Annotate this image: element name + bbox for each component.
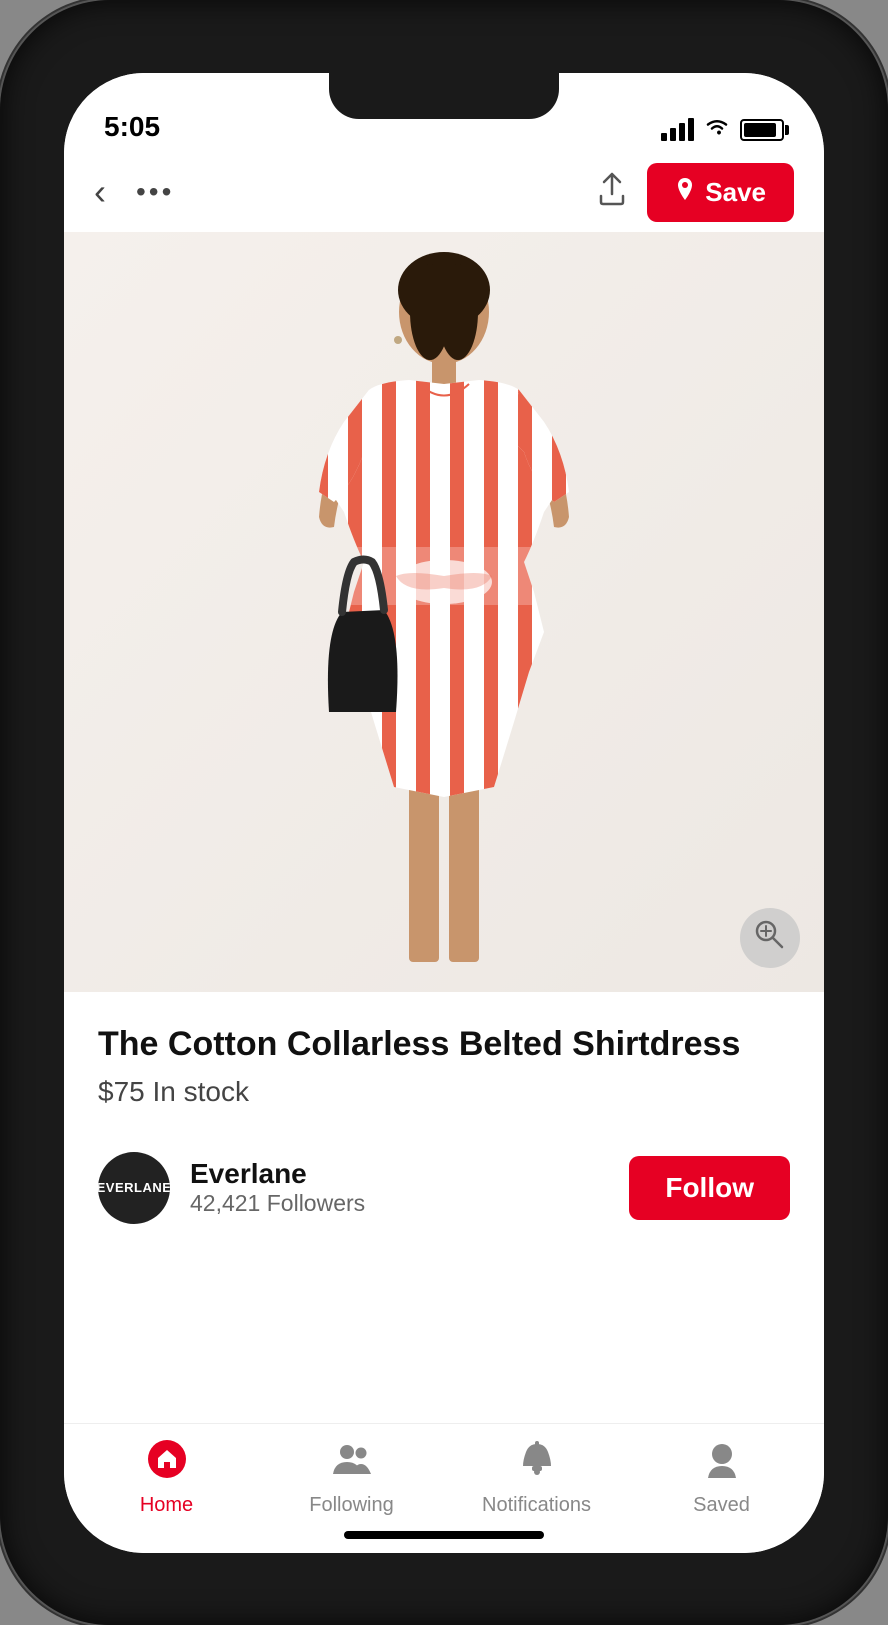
- battery-icon: [740, 119, 784, 141]
- nav-item-notifications[interactable]: Notifications: [444, 1440, 629, 1517]
- status-icons: [661, 117, 784, 143]
- lens-icon: [754, 919, 786, 956]
- notifications-label: Notifications: [482, 1494, 591, 1517]
- wifi-icon: [704, 117, 730, 143]
- status-time: 5:05: [104, 111, 160, 143]
- notifications-icon: [518, 1440, 556, 1488]
- pin-icon: [675, 178, 695, 206]
- home-indicator: [344, 1531, 544, 1539]
- saved-label: Saved: [693, 1494, 750, 1517]
- product-price: $75 In stock: [98, 1076, 790, 1108]
- brand-avatar[interactable]: EVERLANE: [98, 1152, 170, 1224]
- nav-left-group: ‹ •••: [94, 171, 174, 213]
- notch: [329, 73, 559, 119]
- brand-details: Everlane 42,421 Followers: [190, 1158, 365, 1217]
- more-options-button[interactable]: •••: [136, 176, 174, 208]
- saved-icon: [703, 1440, 741, 1488]
- product-image-container: [64, 232, 824, 992]
- home-label: Home: [140, 1494, 193, 1517]
- top-navigation: ‹ ••• Save: [64, 153, 824, 232]
- brand-avatar-text: EVERLANE: [98, 1180, 170, 1196]
- follow-button[interactable]: Follow: [629, 1156, 790, 1220]
- nav-item-home[interactable]: Home: [74, 1440, 259, 1517]
- signal-icon: [661, 118, 694, 141]
- save-label: Save: [705, 177, 766, 208]
- home-icon: [148, 1440, 186, 1488]
- brand-row: EVERLANE Everlane 42,421 Followers Follo…: [64, 1152, 824, 1244]
- visual-search-button[interactable]: [740, 908, 800, 968]
- save-button[interactable]: Save: [647, 163, 794, 222]
- brand-info-left: EVERLANE Everlane 42,421 Followers: [98, 1152, 365, 1224]
- nav-right-group: Save: [597, 163, 794, 222]
- nav-item-saved[interactable]: Saved: [629, 1440, 814, 1517]
- product-title: The Cotton Collarless Belted Shirtdress: [98, 1022, 790, 1066]
- nav-item-following[interactable]: Following: [259, 1440, 444, 1517]
- back-button[interactable]: ‹: [94, 171, 106, 213]
- product-image: [64, 232, 824, 992]
- product-info: The Cotton Collarless Belted Shirtdress …: [64, 992, 824, 1152]
- scroll-content[interactable]: The Cotton Collarless Belted Shirtdress …: [64, 232, 824, 1423]
- phone-frame: 5:05: [0, 0, 888, 1625]
- share-button[interactable]: [597, 172, 627, 213]
- following-icon: [333, 1440, 371, 1488]
- brand-followers: 42,421 Followers: [190, 1190, 365, 1217]
- brand-name: Everlane: [190, 1158, 365, 1190]
- phone-screen: 5:05: [64, 73, 824, 1553]
- following-label: Following: [309, 1494, 393, 1517]
